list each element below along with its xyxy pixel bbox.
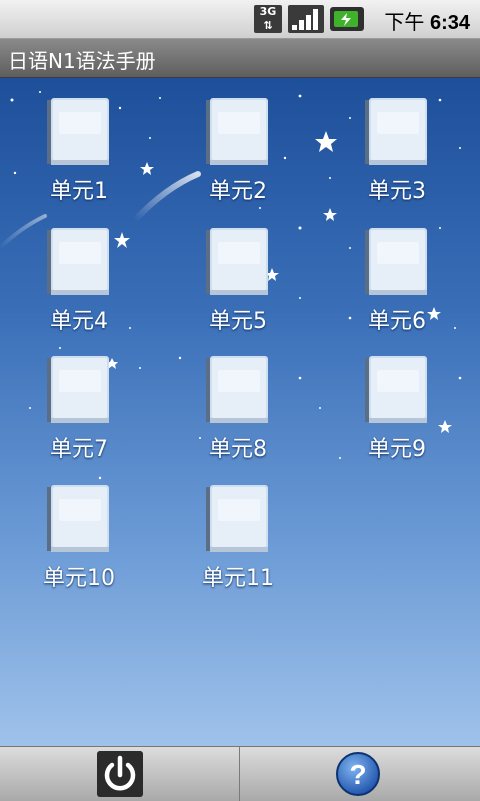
- unit-item[interactable]: 单元6: [337, 228, 457, 348]
- unit-item[interactable]: 单元7: [19, 356, 139, 476]
- power-icon: [97, 751, 143, 797]
- unit-label: 单元8: [209, 437, 267, 462]
- unit-item[interactable]: 单元1: [19, 98, 139, 218]
- unit-label: 单元1: [50, 179, 108, 204]
- unit-label: 单元10: [43, 566, 115, 591]
- status-time: 下午 6:34: [384, 6, 470, 35]
- bottom-toolbar: ?: [0, 746, 480, 801]
- book-icon: [206, 356, 268, 423]
- unit-label: 单元7: [50, 437, 108, 462]
- battery-charging-icon: [330, 7, 364, 31]
- unit-item[interactable]: 单元9: [337, 356, 457, 476]
- time-prefix: 下午: [384, 12, 425, 34]
- help-button[interactable]: ?: [240, 747, 479, 801]
- book-icon: [47, 356, 109, 423]
- status-bar: 3G ⇅ 下午 6:34: [0, 0, 480, 39]
- svg-text:?: ?: [349, 759, 366, 790]
- unit-item[interactable]: 单元10: [19, 485, 139, 605]
- unit-label: 单元6: [368, 309, 426, 334]
- book-icon: [47, 228, 109, 295]
- unit-label: 单元2: [209, 179, 267, 204]
- unit-label: 单元11: [202, 566, 274, 591]
- unit-grid-area: 单元1 单元2 单元3 单元4 单元5 单元6 单元7 单元8 单元9 单元10 单元11: [0, 78, 480, 746]
- network-label: 3G: [259, 5, 277, 18]
- exit-button[interactable]: [0, 747, 240, 801]
- book-icon: [365, 228, 427, 295]
- book-icon: [206, 98, 268, 165]
- unit-item[interactable]: 单元8: [178, 356, 298, 476]
- title-bar: 日语N1语法手册: [0, 39, 480, 78]
- unit-label: 单元4: [50, 309, 108, 334]
- unit-item[interactable]: 单元4: [19, 228, 139, 348]
- book-icon: [365, 356, 427, 423]
- app-title: 日语N1语法手册: [8, 49, 156, 73]
- book-icon: [47, 98, 109, 165]
- book-icon: [365, 98, 427, 165]
- unit-label: 单元3: [368, 179, 426, 204]
- help-icon: ?: [336, 752, 380, 796]
- unit-item[interactable]: 单元2: [178, 98, 298, 218]
- unit-item[interactable]: 单元5: [178, 228, 298, 348]
- unit-item[interactable]: 单元3: [337, 98, 457, 218]
- unit-label: 单元5: [209, 309, 267, 334]
- book-icon: [206, 485, 268, 552]
- signal-icon: [288, 5, 324, 33]
- network-3g-icon: 3G ⇅: [254, 5, 282, 33]
- unit-label: 单元9: [368, 437, 426, 462]
- time-value: 6:34: [429, 12, 470, 34]
- book-icon: [206, 228, 268, 295]
- unit-item[interactable]: 单元11: [178, 485, 298, 605]
- book-icon: [47, 485, 109, 552]
